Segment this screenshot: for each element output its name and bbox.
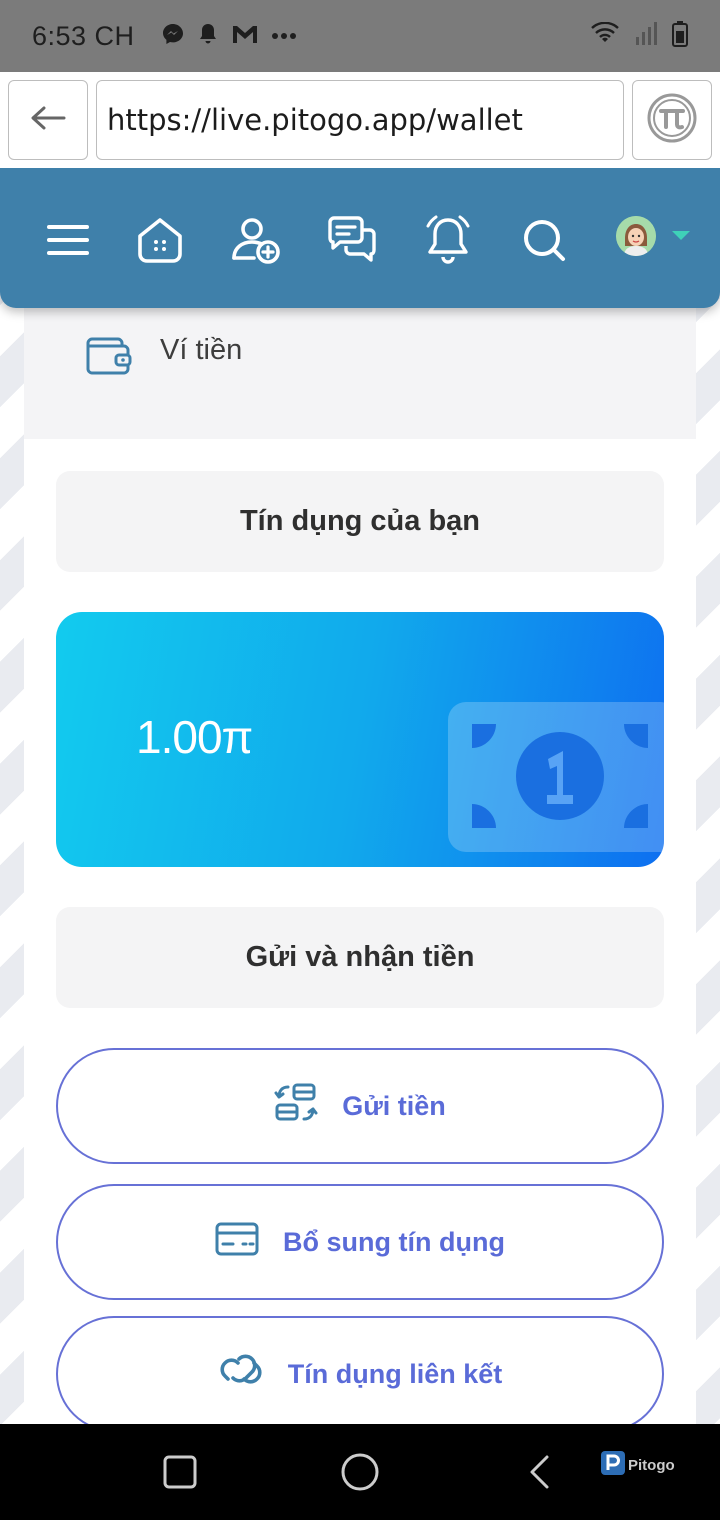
wallet-content: Ví tiền Tín dụng của bạn 1.00π Gửi và nh…	[24, 300, 696, 1432]
search-icon[interactable]	[518, 214, 570, 266]
messages-icon[interactable]	[326, 214, 378, 266]
add-credit-label: Bổ sung tín dụng	[283, 1226, 505, 1257]
status-bar: 6:53 CH	[0, 0, 720, 72]
wallet-title-bar: Ví tiền	[24, 300, 696, 439]
credit-heading: Tín dụng của bạn	[56, 471, 664, 572]
notifications-icon[interactable]	[422, 214, 474, 266]
add-credit-button[interactable]: Bổ sung tín dụng	[56, 1184, 664, 1300]
notification-bell-icon	[197, 22, 219, 51]
credit-amount: 1.00π	[136, 711, 253, 763]
status-right-icons	[590, 20, 688, 52]
home-icon[interactable]	[134, 214, 186, 266]
pi-browser-icon	[646, 92, 698, 149]
browser-bar: https://live.pitogo.app/wallet	[0, 72, 720, 168]
wallet-icon	[86, 336, 132, 381]
link-icon	[218, 1353, 264, 1396]
more-dots-icon	[271, 27, 297, 45]
send-money-button[interactable]: Gửi tiền	[56, 1048, 664, 1164]
battery-icon	[672, 20, 688, 52]
credit-balance-card: 1.00π	[56, 612, 664, 867]
wifi-icon	[590, 21, 620, 51]
transfer-heading: Gửi và nhận tiền	[56, 907, 664, 1008]
status-time: 6:53 CH	[32, 20, 135, 51]
signal-icon	[634, 21, 658, 52]
linked-credit-label: Tín dụng liên kết	[287, 1358, 503, 1389]
pi-browser-button[interactable]	[632, 80, 712, 160]
linked-credit-button[interactable]: Tín dụng liên kết	[56, 1316, 664, 1432]
watermark-text: Pitogo	[628, 1457, 675, 1474]
gmail-icon	[231, 23, 259, 50]
credit-card-icon	[215, 1221, 259, 1264]
menu-icon[interactable]	[42, 214, 94, 266]
messenger-icon	[161, 22, 185, 51]
recents-square-icon[interactable]	[156, 1448, 204, 1496]
avatar-dropdown-caret[interactable]	[672, 231, 690, 240]
user-avatar[interactable]	[616, 216, 656, 256]
add-friend-icon[interactable]	[230, 214, 282, 266]
send-money-icon	[274, 1081, 318, 1132]
wallet-title: Ví tiền	[160, 334, 243, 366]
url-field[interactable]: https://live.pitogo.app/wallet	[96, 80, 624, 160]
status-left-icons	[161, 22, 297, 51]
browser-back-button[interactable]	[8, 80, 88, 160]
money-bill-icon	[448, 702, 664, 857]
app-header	[0, 168, 720, 308]
pitogo-watermark: Pitogo	[600, 1450, 675, 1481]
back-chevron-icon[interactable]	[516, 1448, 564, 1496]
home-circle-icon[interactable]	[336, 1448, 384, 1496]
pitogo-logo-icon	[600, 1450, 626, 1481]
send-money-label: Gửi tiền	[342, 1090, 446, 1121]
arrow-left-icon	[30, 105, 66, 136]
